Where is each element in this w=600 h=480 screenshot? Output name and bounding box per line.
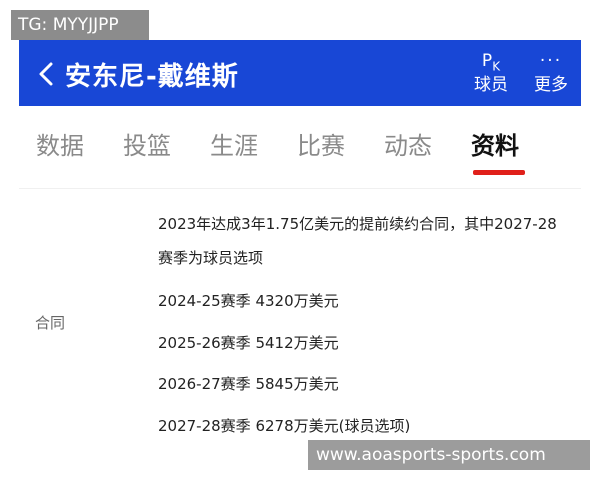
profile-content: 合同 2023年达成3年1.75亿美元的提前续约合同，其中2027-28 赛季为… — [19, 190, 581, 480]
pk-button[interactable]: PK 球员 — [461, 48, 521, 100]
more-button[interactable]: ··· 更多 — [521, 48, 581, 100]
more-dots-icon: ··· — [539, 51, 563, 71]
page-title: 安东尼-戴维斯 — [65, 62, 239, 92]
contract-summary-line-2: 赛季为球员选项 — [158, 249, 264, 267]
contract-season-row: 2024-25赛季 4320万美元 — [158, 292, 339, 310]
tab-bar: 数据 投篮 生涯 比赛 动态 资料 — [19, 106, 581, 188]
top-bar: 安东尼-戴维斯 PK 球员 ··· 更多 — [19, 40, 581, 106]
back-button[interactable] — [33, 58, 61, 90]
tab-shooting[interactable]: 投篮 — [123, 126, 171, 161]
contract-season-row: 2026-27赛季 5845万美元 — [158, 375, 339, 393]
active-tab-indicator — [473, 170, 525, 175]
pk-label: 球员 — [474, 75, 508, 95]
tab-divider — [19, 188, 581, 189]
tab-news[interactable]: 动态 — [384, 126, 432, 161]
player-profile-screen: 安东尼-戴维斯 PK 球员 ··· 更多 数据 投篮 生涯 比赛 动态 资料 合… — [19, 40, 581, 480]
pk-icon: PK — [481, 51, 501, 74]
tab-games[interactable]: 比赛 — [297, 126, 345, 161]
tab-career[interactable]: 生涯 — [210, 126, 258, 161]
more-label: 更多 — [534, 75, 568, 95]
contract-season-row: 2027-28赛季 6278万美元(球员选项) — [158, 417, 411, 435]
tab-stats[interactable]: 数据 — [36, 126, 84, 161]
tg-badge: TG: MYYJJPP — [11, 10, 149, 40]
contract-summary-line-1: 2023年达成3年1.75亿美元的提前续约合同，其中2027-28 — [158, 215, 557, 233]
site-watermark: www.aoasports-sports.com — [308, 440, 590, 470]
contract-label: 合同 — [35, 314, 66, 332]
tab-profile[interactable]: 资料 — [471, 126, 519, 161]
contract-season-row: 2025-26赛季 5412万美元 — [158, 334, 339, 352]
chevron-left-icon — [39, 62, 53, 86]
